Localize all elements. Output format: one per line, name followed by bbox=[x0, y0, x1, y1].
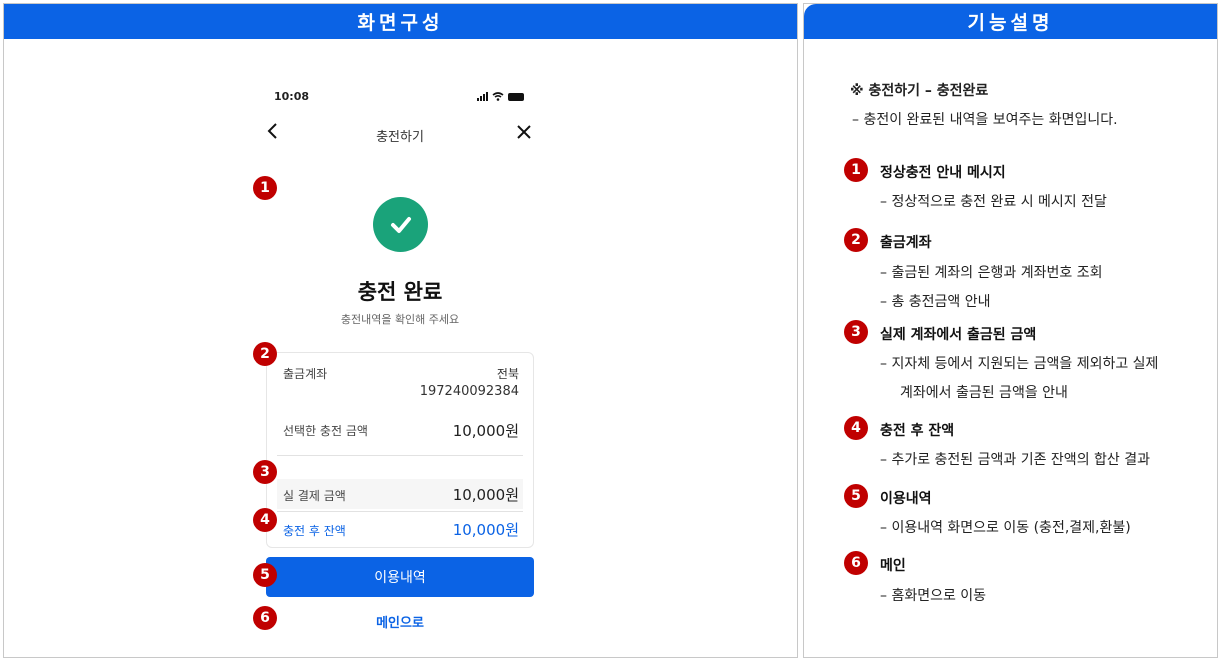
close-icon bbox=[517, 125, 531, 139]
signal-icon bbox=[477, 92, 488, 101]
done-subtitle: 충전내역을 확인해 주세요 bbox=[340, 313, 460, 326]
card-divider bbox=[277, 455, 523, 456]
callout-badge-5: 5 bbox=[253, 563, 277, 587]
phone-mockup: 10:08 충전하기 충전 완료 충전내역을 확인해 주세요 출금계좌 전북 1… bbox=[266, 82, 534, 642]
balance-amount: 10,000원 bbox=[452, 521, 519, 539]
balance-label: 충전 후 잔액 bbox=[283, 524, 346, 538]
desc-item-sub: 계좌에서 출금된 금액을 안내 bbox=[900, 385, 1068, 401]
description-heading: ※ 충전하기 – 충전완료 bbox=[850, 83, 989, 99]
callout-badge-6: 6 bbox=[253, 606, 277, 630]
desc-badge-3: 3 bbox=[844, 320, 868, 344]
desc-item-sub: – 정상적으로 충전 완료 시 메시지 전달 bbox=[880, 194, 1107, 210]
screen-layout-header: 화면구성 bbox=[4, 4, 797, 39]
status-icons bbox=[477, 92, 524, 101]
callout-badge-3: 3 bbox=[253, 460, 277, 484]
selected-amount-label: 선택한 충전 금액 bbox=[283, 424, 368, 438]
callout-badge-1: 1 bbox=[253, 176, 277, 200]
desc-item-sub: – 이용내역 화면으로 이동 (충전,결제,환불) bbox=[880, 520, 1131, 536]
desc-badge-4: 4 bbox=[844, 416, 868, 440]
pay-amount: 10,000원 bbox=[452, 486, 519, 504]
screen-layout-panel: 화면구성 10:08 충전하기 충전 완료 충전내역을 확인해 주세요 출금계좌… bbox=[3, 3, 798, 658]
desc-badge-6: 6 bbox=[844, 551, 868, 575]
desc-item-sub: – 총 충전금액 안내 bbox=[880, 294, 991, 310]
account-label: 출금계좌 bbox=[283, 367, 328, 381]
desc-item-sub: – 추가로 충전된 금액과 기존 잔액의 합산 결과 bbox=[880, 452, 1150, 468]
desc-item-title: 출금계좌 bbox=[880, 235, 932, 251]
desc-badge-1: 1 bbox=[844, 158, 868, 182]
description-summary: – 충전이 완료된 내역을 보여주는 화면입니다. bbox=[852, 112, 1118, 128]
desc-item-title: 메인 bbox=[880, 558, 906, 574]
desc-item-sub: – 지자체 등에서 지원되는 금액을 제외하고 실제 bbox=[880, 356, 1159, 372]
desc-item-title: 이용내역 bbox=[880, 491, 932, 507]
desc-item-sub: – 출금된 계좌의 은행과 계좌번호 조회 bbox=[880, 265, 1103, 281]
desc-badge-2: 2 bbox=[844, 228, 868, 252]
callout-badge-4: 4 bbox=[253, 508, 277, 532]
desc-item-title: 실제 계좌에서 출금된 금액 bbox=[880, 327, 1037, 343]
status-bar: 10:08 bbox=[274, 90, 526, 106]
desc-item-title: 충전 후 잔액 bbox=[880, 423, 955, 439]
account-number: 197240092384 bbox=[419, 384, 519, 399]
usage-history-button[interactable]: 이용내역 bbox=[266, 557, 534, 597]
nav-bar: 충전하기 bbox=[266, 120, 534, 148]
close-button[interactable] bbox=[514, 122, 534, 144]
nav-title: 충전하기 bbox=[376, 130, 424, 145]
status-time: 10:08 bbox=[274, 90, 310, 103]
charge-summary-card: 출금계좌 전북 197240092384 선택한 충전 금액 10,000원 실… bbox=[266, 352, 534, 548]
done-title: 충전 완료 bbox=[357, 280, 443, 304]
desc-item-title: 정상충전 안내 메시지 bbox=[880, 165, 1006, 181]
pay-label: 실 결제 금액 bbox=[283, 489, 346, 503]
feature-description-panel: 기능설명 ※ 충전하기 – 충전완료 – 충전이 완료된 내역을 보여주는 화면… bbox=[803, 3, 1218, 658]
callout-badge-2: 2 bbox=[253, 342, 277, 366]
card-divider bbox=[277, 511, 523, 512]
bank-name: 전북 bbox=[496, 367, 519, 381]
success-check-icon bbox=[373, 197, 428, 252]
go-main-link[interactable]: 메인으로 bbox=[266, 612, 534, 631]
wifi-icon bbox=[492, 92, 504, 101]
desc-item-sub: – 홈화면으로 이동 bbox=[880, 588, 987, 604]
desc-badge-5: 5 bbox=[844, 484, 868, 508]
battery-icon bbox=[508, 93, 524, 101]
feature-description-header: 기능설명 bbox=[804, 4, 1217, 39]
selected-amount: 10,000원 bbox=[452, 422, 519, 440]
